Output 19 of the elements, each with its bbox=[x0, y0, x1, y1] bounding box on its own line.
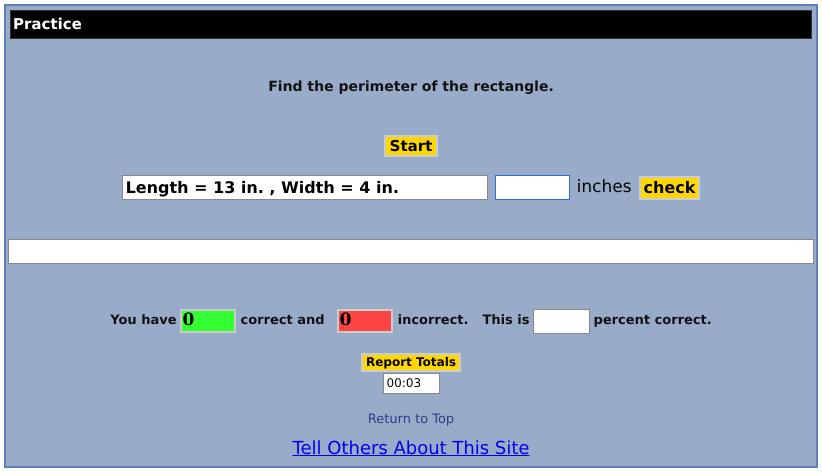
unit-label: inches bbox=[576, 176, 632, 199]
timer-field[interactable]: 00:03 bbox=[382, 372, 440, 394]
counter-label: You have bbox=[110, 312, 177, 330]
share-site-link[interactable]: Tell Others About This Site bbox=[292, 435, 530, 462]
score-suffix: incorrect. bbox=[398, 312, 468, 330]
report-totals-button[interactable]: Report Totals bbox=[361, 352, 461, 372]
start-button[interactable]: Start bbox=[384, 135, 438, 157]
percent-prefix: This is bbox=[482, 312, 530, 330]
answer-field[interactable] bbox=[494, 175, 570, 200]
score-counter[interactable]: 0 bbox=[180, 309, 236, 333]
check-button[interactable]: check bbox=[638, 176, 700, 200]
percent-field[interactable] bbox=[532, 308, 590, 334]
return-to-top-link[interactable]: Return to Top bbox=[368, 410, 454, 429]
counter-label: correct and bbox=[240, 312, 325, 330]
instruction-text: Find the perimeter of the rectangle. bbox=[268, 78, 554, 97]
percent-suffix: percent correct. bbox=[594, 312, 712, 330]
question-field[interactable]: Length = 13 in. , Width = 4 in. bbox=[122, 175, 488, 200]
score-counter[interactable]: 0 bbox=[336, 309, 393, 333]
title-bar: Practice bbox=[10, 10, 812, 39]
